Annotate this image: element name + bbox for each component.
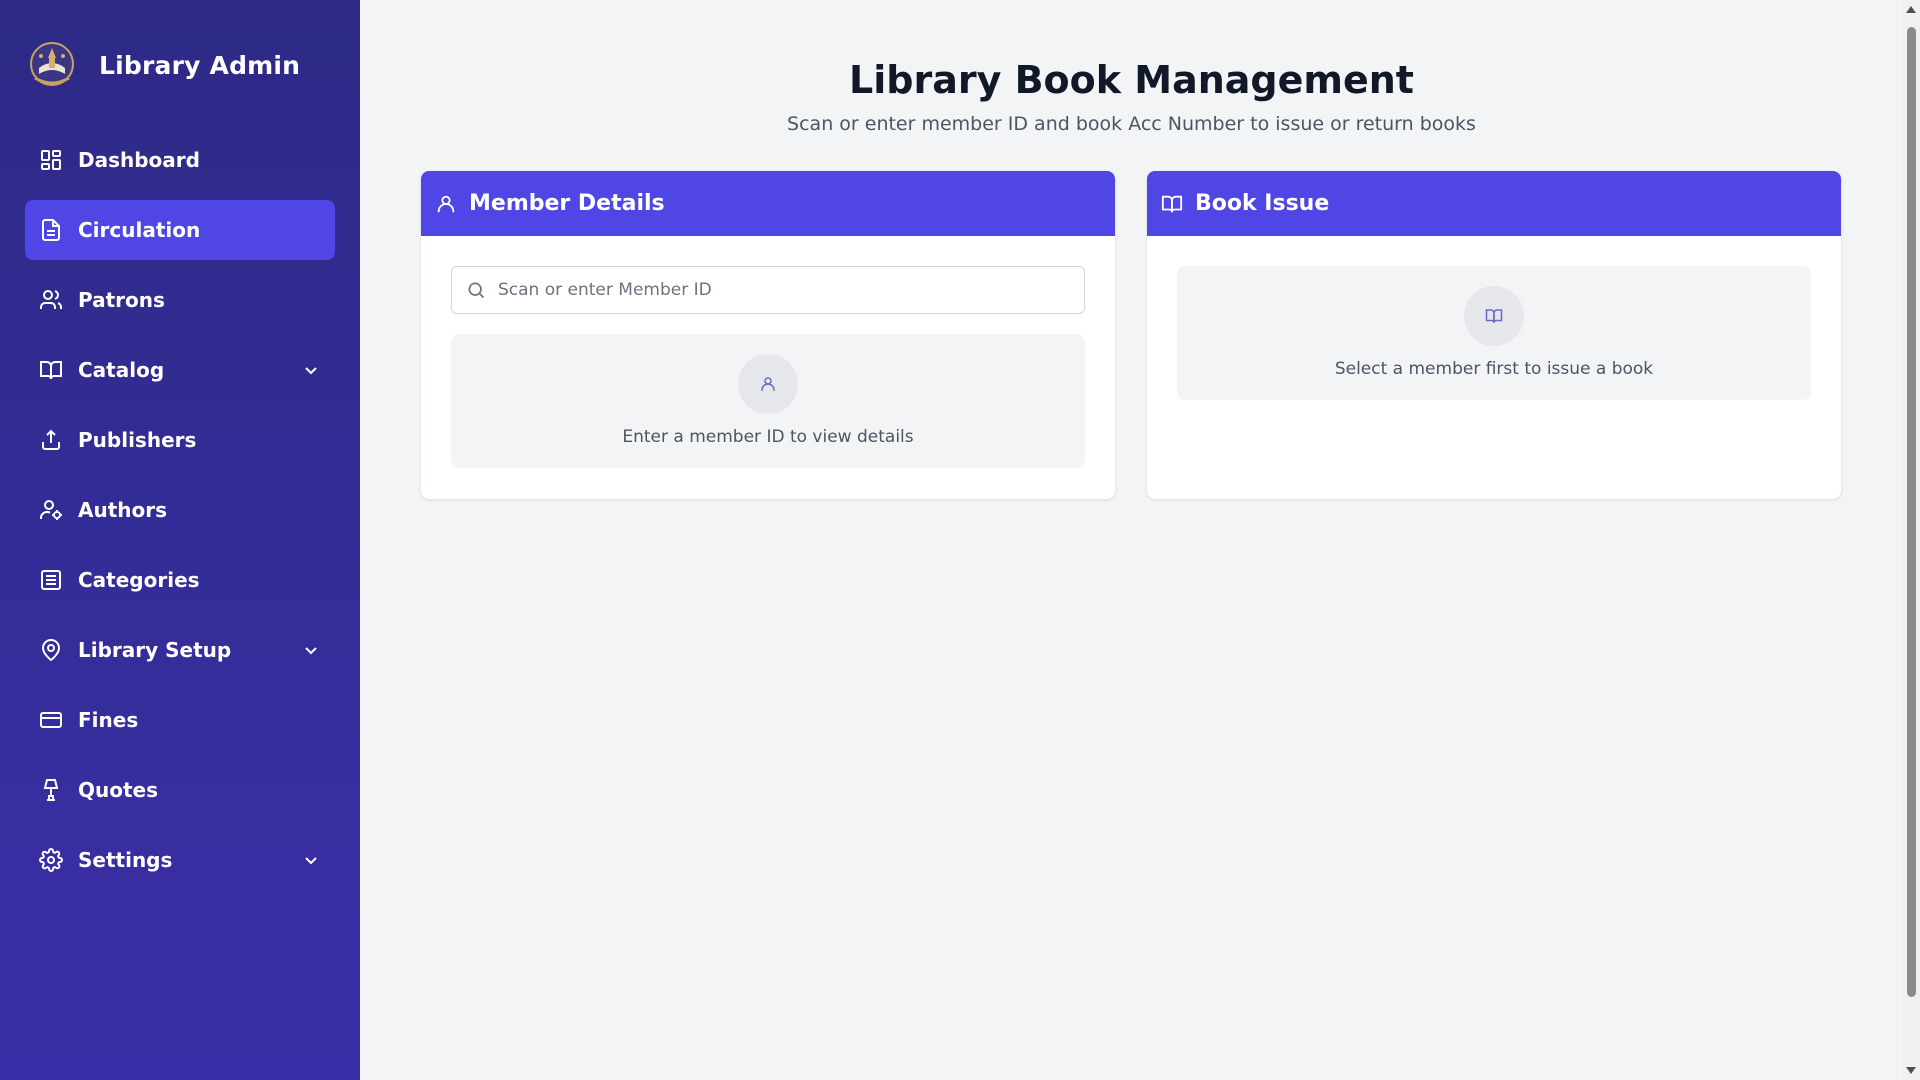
credit-card-icon — [39, 708, 63, 732]
sidebar-item-label: Circulation — [78, 218, 201, 242]
upload-icon — [39, 428, 63, 452]
sidebar-item-label: Library Setup — [78, 638, 232, 662]
chevron-down-icon[interactable] — [303, 362, 319, 378]
member-search-box[interactable] — [451, 266, 1085, 314]
sidebar-item-authors[interactable]: Authors — [25, 480, 335, 540]
list-icon — [39, 568, 63, 592]
sidebar: Library Admin Dashboard Circulation Patr… — [0, 0, 360, 1080]
sidebar-item-label: Catalog — [78, 358, 165, 382]
empty-state-book — [1464, 286, 1524, 346]
sidebar-item-label: Quotes — [78, 778, 159, 802]
sidebar-item-circulation[interactable]: Circulation — [25, 200, 335, 260]
sidebar-item-patrons[interactable]: Patrons — [25, 270, 335, 330]
book-issue-empty-state: Select a member first to issue a book — [1177, 266, 1811, 400]
gear-icon — [39, 848, 63, 872]
sidebar-item-settings[interactable]: Settings — [25, 830, 335, 890]
document-icon — [39, 218, 63, 242]
member-empty-text: Enter a member ID to view details — [622, 427, 914, 447]
sidebar-item-publishers[interactable]: Publishers — [25, 410, 335, 470]
sidebar-item-label: Patrons — [78, 288, 165, 312]
sidebar-item-label: Dashboard — [78, 148, 200, 172]
sidebar-item-label: Publishers — [78, 428, 197, 452]
member-details-header: Member Details — [421, 171, 1115, 236]
user-icon — [437, 195, 455, 212]
library-crest-logo — [30, 42, 74, 86]
page-subtitle: Scan or enter member ID and book Acc Num… — [787, 113, 1476, 135]
sidebar-item-dashboard[interactable]: Dashboard — [25, 130, 335, 190]
sidebar-item-quotes[interactable]: Quotes — [25, 760, 335, 820]
book-issue-title: Book Issue — [1195, 191, 1330, 216]
sidebar-item-categories[interactable]: Categories — [25, 550, 335, 610]
brand-title: Library Admin — [99, 50, 301, 80]
book-open-icon — [39, 358, 63, 382]
chevron-down-icon[interactable] — [303, 852, 319, 868]
book-open-icon — [1485, 309, 1503, 323]
user-cog-icon — [39, 498, 63, 522]
member-details-card: Member Details Enter a member ID to view… — [421, 171, 1115, 499]
member-empty-state: Enter a member ID to view details — [451, 334, 1085, 468]
dashboard-icon — [39, 148, 63, 172]
main-content: Library Book Management Scan or enter me… — [360, 0, 1903, 1080]
lamp-icon — [39, 778, 63, 802]
sidebar-item-label: Fines — [78, 708, 139, 732]
member-details-title: Member Details — [469, 191, 665, 216]
search-icon — [468, 282, 485, 299]
brand[interactable]: Library Admin — [27, 38, 300, 92]
sidebar-item-label: Authors — [78, 498, 168, 522]
sidebar-item-fines[interactable]: Fines — [25, 690, 335, 750]
sidebar-nav: Dashboard Circulation Patrons Catalog Pu… — [25, 130, 335, 900]
scrollbar[interactable] — [1903, 0, 1920, 1080]
empty-state-avatar — [738, 354, 798, 414]
sidebar-item-label: Categories — [78, 568, 200, 592]
page-title: Library Book Management — [849, 58, 1414, 102]
book-issue-card: Book Issue Select a member first to issu… — [1147, 171, 1841, 499]
scroll-down-arrow-icon[interactable] — [1906, 1067, 1916, 1074]
users-icon — [39, 288, 63, 312]
user-icon — [761, 377, 775, 391]
map-pin-icon — [39, 638, 63, 662]
sidebar-item-library-setup[interactable]: Library Setup — [25, 620, 335, 680]
book-open-icon — [1161, 195, 1183, 212]
book-issue-header: Book Issue — [1147, 171, 1841, 236]
member-id-input[interactable] — [498, 280, 1058, 300]
chevron-down-icon[interactable] — [303, 642, 319, 658]
book-issue-empty-text: Select a member first to issue a book — [1334, 359, 1654, 379]
sidebar-item-label: Settings — [78, 848, 173, 872]
scrollbar-thumb[interactable] — [1907, 27, 1916, 997]
sidebar-item-catalog[interactable]: Catalog — [25, 340, 335, 400]
scroll-up-arrow-icon[interactable] — [1906, 6, 1916, 13]
